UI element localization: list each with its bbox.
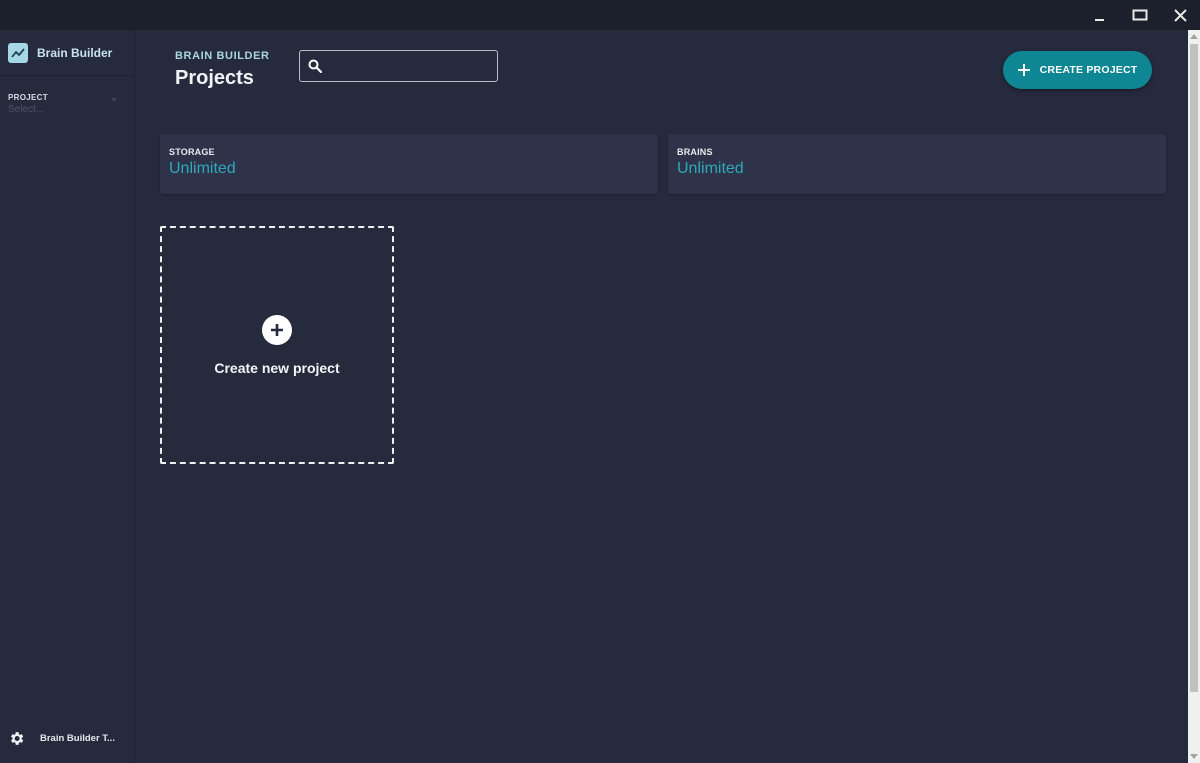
plus-circle-icon [262,314,292,345]
gear-icon [11,731,24,745]
scrollbar-thumb[interactable] [1190,44,1198,692]
app-name: Brain Builder [37,45,113,60]
window-controls [1080,0,1200,30]
create-project-label: CREATE PROJECT [1039,64,1138,76]
vertical-scrollbar[interactable] [1188,30,1200,763]
create-new-project-tile[interactable]: Create new project [160,226,394,464]
project-select-placeholder: Select... [8,104,45,115]
project-select-label: PROJECT [8,93,48,102]
chevron-down-icon [111,98,117,102]
sidebar-footer[interactable]: Brain Builder T... [0,713,135,763]
close-icon [1173,8,1187,22]
trend-chart-icon [8,42,28,63]
maximize-icon [1132,9,1148,21]
sidebar: Brain Builder PROJECT Select... Brain Bu… [0,30,135,763]
minimize-icon [1095,19,1104,21]
main-content: BRAIN BUILDER Projects CREATE PROJECT ST… [136,30,1188,763]
page-title: Projects [175,67,254,89]
search-icon [308,59,322,73]
search-box[interactable] [299,50,498,82]
minimize-button[interactable] [1080,0,1120,30]
create-new-project-label: Create new project [214,359,340,376]
brand[interactable]: Brain Builder [0,30,134,76]
brains-card: BRAINS Unlimited [668,134,1166,194]
workspace-label: Brain Builder T... [40,732,115,744]
storage-card: STORAGE Unlimited [160,134,658,194]
project-select[interactable]: PROJECT Select... [0,76,134,115]
scroll-down-icon[interactable] [1190,754,1198,759]
scroll-up-icon[interactable] [1190,34,1198,39]
stat-value: Unlimited [677,160,744,177]
maximize-button[interactable] [1120,0,1160,30]
plus-icon [1017,64,1030,76]
window-titlebar [0,0,1200,30]
stat-value: Unlimited [169,160,236,177]
close-button[interactable] [1160,0,1200,30]
search-input[interactable] [328,59,488,73]
stat-label: STORAGE [169,147,215,157]
stat-label: BRAINS [677,147,713,157]
page-eyebrow: BRAIN BUILDER [175,50,270,62]
create-project-button[interactable]: CREATE PROJECT [1003,51,1152,89]
